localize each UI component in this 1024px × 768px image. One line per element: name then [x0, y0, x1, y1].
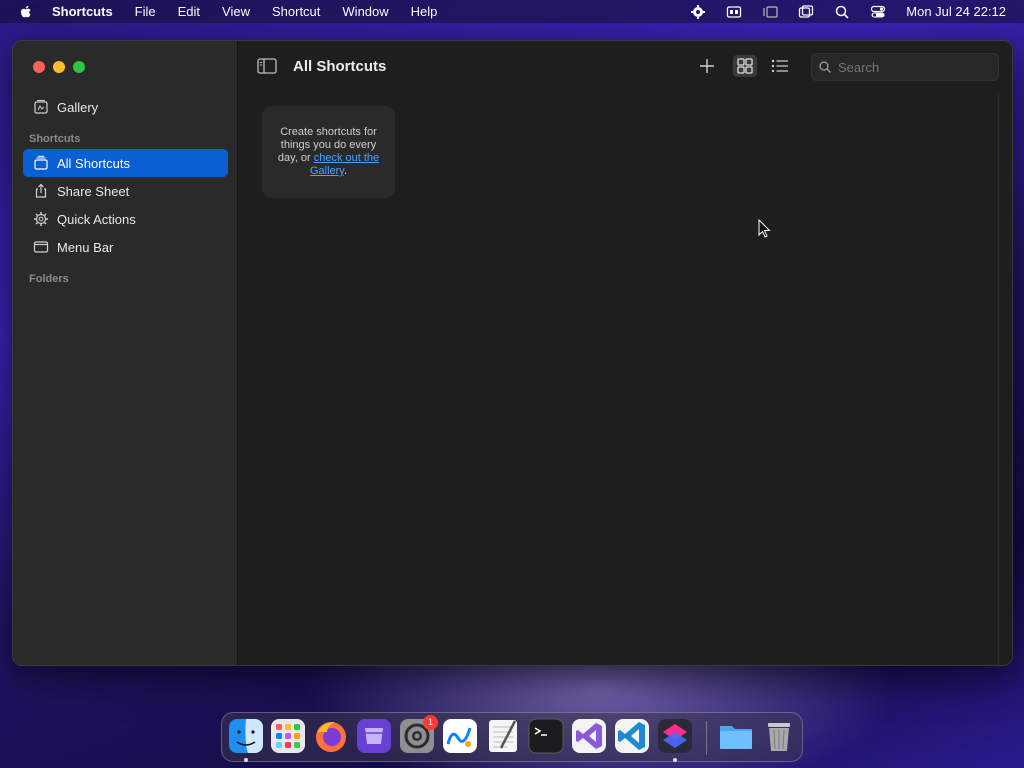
share-icon: [35, 183, 47, 198]
search-icon: [819, 61, 831, 73]
mouse-cursor-icon: [758, 219, 771, 238]
minimize-window-button[interactable]: [53, 61, 65, 73]
dock-freeform[interactable]: [442, 718, 478, 754]
shortcuts-window: Gallery Shortcuts All Shortcuts Share Sh…: [12, 40, 1013, 666]
dock-running-indicator: [244, 758, 248, 762]
gallery-icon: [34, 100, 48, 114]
screen-mirroring-icon[interactable]: [798, 4, 814, 20]
main-content: All Shortcuts Search Create shortcuts fo…: [239, 41, 1012, 665]
menu-app-name[interactable]: Shortcuts: [52, 4, 113, 19]
terminal-icon: [528, 718, 564, 754]
menu-bar-icon: [33, 241, 49, 253]
dock-finder[interactable]: [228, 718, 264, 754]
sidebar-item-share-sheet[interactable]: Share Sheet: [23, 177, 228, 205]
dock-downloads-folder[interactable]: [718, 718, 754, 754]
dock-trash[interactable]: [761, 718, 797, 754]
menu-clock[interactable]: Mon Jul 24 22:12: [906, 4, 1006, 19]
menu-bar: Shortcuts File Edit View Shortcut Window…: [0, 0, 1024, 23]
control-center-icon[interactable]: [870, 4, 886, 20]
window-controls: [33, 61, 85, 73]
freeform-icon: [443, 719, 477, 753]
scrollbar[interactable]: [998, 93, 1012, 665]
dock-vscode[interactable]: [614, 718, 650, 754]
keyboard-icon[interactable]: [726, 4, 742, 20]
dock-system-settings[interactable]: 1: [399, 715, 438, 754]
dock-separator: [706, 721, 707, 755]
sidebar-item-all-shortcuts[interactable]: All Shortcuts: [23, 149, 228, 177]
spotlight-search-icon[interactable]: [834, 4, 850, 20]
search-input[interactable]: [838, 59, 988, 75]
sidebar-item-label: Quick Actions: [57, 211, 136, 227]
dock-running-indicator: [673, 758, 677, 762]
folder-icon: [720, 726, 752, 749]
stack-icon: [34, 155, 48, 170]
trash-icon: [768, 723, 790, 751]
dock-simulator[interactable]: [356, 718, 392, 754]
sidebar-item-menu-bar[interactable]: Menu Bar: [23, 233, 228, 261]
sidebar: Gallery Shortcuts All Shortcuts Share Sh…: [13, 41, 238, 665]
dock-firefox[interactable]: [313, 718, 349, 754]
vscode-icon: [615, 719, 649, 753]
gear-icon: [34, 212, 48, 226]
sidebar-section-folders: Folders: [29, 273, 69, 285]
menu-edit[interactable]: Edit: [178, 4, 200, 19]
finder-icon: [229, 719, 263, 753]
dock-visual-studio[interactable]: [571, 718, 607, 754]
dock-shortcuts[interactable]: [657, 718, 693, 754]
textedit-icon: [489, 720, 517, 752]
toolbar: All Shortcuts: [239, 41, 1012, 93]
sidebar-item-label: Gallery: [57, 99, 99, 115]
simulator-icon: [357, 719, 391, 753]
sidebar-section-shortcuts: Shortcuts: [29, 133, 81, 145]
menu-window[interactable]: Window: [342, 4, 388, 19]
menu-file[interactable]: File: [135, 4, 156, 19]
sidebar-toggle-icon[interactable]: [257, 58, 277, 74]
launchpad-icon: [271, 719, 305, 753]
zoom-window-button[interactable]: [73, 61, 85, 73]
sidebar-item-label: Share Sheet: [57, 183, 130, 199]
empty-state-suffix: .: [343, 165, 348, 177]
stage-manager-icon[interactable]: [762, 4, 778, 20]
menu-shortcut[interactable]: Shortcut: [272, 4, 320, 19]
apple-icon[interactable]: [18, 4, 34, 20]
menu-help[interactable]: Help: [411, 4, 438, 19]
add-shortcut-button[interactable]: [697, 57, 717, 75]
firefox-icon: [316, 722, 346, 752]
list-view-button[interactable]: [770, 57, 790, 75]
visual-studio-icon: [572, 719, 606, 753]
sidebar-item-label: Menu Bar: [57, 239, 114, 255]
search-field[interactable]: [811, 53, 999, 81]
dock-launchpad[interactable]: [270, 718, 306, 754]
gear-status-icon[interactable]: [690, 4, 706, 20]
notification-badge: 1: [423, 715, 438, 730]
dock-terminal[interactable]: [528, 718, 564, 754]
sidebar-item-gallery[interactable]: Gallery: [23, 93, 228, 121]
dock: 1: [221, 712, 803, 762]
sidebar-item-label: All Shortcuts: [57, 155, 130, 171]
sidebar-item-quick-actions[interactable]: Quick Actions: [23, 205, 228, 233]
close-window-button[interactable]: [33, 61, 45, 73]
menu-view[interactable]: View: [222, 4, 250, 19]
grid-view-button[interactable]: [733, 55, 757, 77]
shortcuts-icon: [658, 719, 692, 753]
page-title: All Shortcuts: [293, 58, 387, 75]
empty-state-card: Create shortcuts for things you do every…: [262, 106, 395, 198]
dock-textedit[interactable]: [485, 718, 521, 754]
